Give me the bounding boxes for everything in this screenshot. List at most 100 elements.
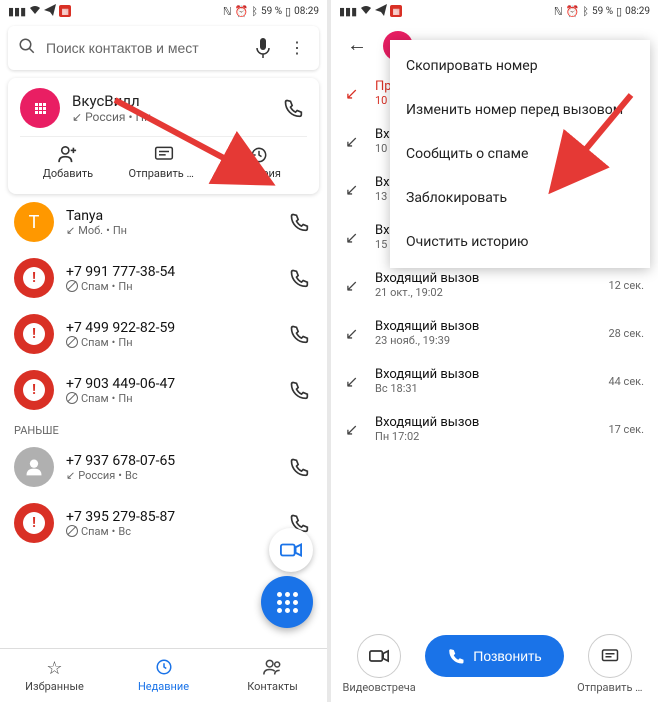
history-title: Входящий вызов [375, 319, 596, 334]
history-row[interactable]: ↙ Входящий вызов21 окт., 19:02 12 сек. [331, 261, 658, 309]
clock-text: 08:29 [294, 6, 319, 17]
nav-favorites[interactable]: ☆ Избранные [0, 649, 109, 702]
block-icon [66, 525, 78, 537]
incoming-call-icon: ↙ [345, 420, 363, 439]
call-row[interactable]: ! +7 903 449-06-47 Спам • Пн [0, 362, 327, 418]
nav-label: Избранные [25, 680, 84, 693]
message-icon [154, 145, 174, 165]
telegram-icon [44, 4, 56, 19]
back-button[interactable]: ← [343, 30, 371, 61]
call-button[interactable] [285, 453, 313, 481]
history-sub: Пн 17:02 [375, 430, 596, 443]
app-icon: ▦ [59, 5, 71, 17]
alarm-icon: ⏰ [235, 5, 249, 18]
nfc-icon: ℕ [554, 5, 563, 18]
history-sub: Вс 18:31 [375, 382, 596, 395]
block-icon [66, 280, 78, 292]
message-label: Отправить со… [129, 167, 199, 180]
incoming-call-icon: ↙ [345, 372, 363, 391]
call-row[interactable]: T Tanya ↙ Моб. • Пн [0, 194, 327, 250]
mic-button[interactable] [251, 34, 275, 62]
call-meta: ↙ Моб. • Пн [66, 224, 273, 237]
spam-avatar: ! [14, 258, 54, 298]
history-duration: 28 сек. [608, 327, 644, 340]
spam-avatar: ! [14, 370, 54, 410]
status-bar: ▮▮▮ ▦ ℕ ⏰ ᛒ 59 % ▯ 08:29 [331, 0, 658, 22]
incoming-call-icon: ↙ [345, 180, 363, 199]
dialpad-icon [277, 592, 298, 613]
add-contact-action[interactable]: Добавить [20, 137, 116, 188]
call-button[interactable] [285, 264, 313, 292]
add-person-icon [57, 145, 79, 165]
search-bar[interactable]: ⋮ [8, 26, 319, 70]
history-icon [249, 145, 269, 165]
outgoing-icon: ↙ [72, 110, 82, 124]
nav-contacts[interactable]: Контакты [218, 649, 327, 702]
message-action[interactable]: Отправить со… [116, 137, 212, 188]
call-meta: Спам • Пн [66, 392, 273, 405]
call-button[interactable] [285, 208, 313, 236]
dialpad-fab[interactable] [261, 576, 313, 628]
send-label: Отправить … [577, 681, 642, 694]
battery-text: 59 % [592, 6, 613, 17]
menu-edit[interactable]: Изменить номер перед вызовом [390, 88, 650, 132]
contact-avatar: T [14, 202, 54, 242]
nav-recent[interactable]: Недавние [109, 649, 218, 702]
call-name: +7 903 449-06-47 [66, 376, 273, 392]
highlight-avatar [20, 88, 60, 128]
bottom-actions: Видеовстреча Позвонить Отправить … [331, 624, 658, 702]
warning-icon: ! [23, 512, 45, 534]
wifi-icon [360, 5, 372, 18]
history-row[interactable]: ↙ Входящий вызовПн 17:02 17 сек. [331, 405, 658, 453]
context-menu: Скопировать номер Изменить номер перед в… [390, 40, 650, 268]
highlight-sub: ↙ Россия • Пн [72, 110, 267, 124]
star-icon: ☆ [46, 658, 62, 678]
spam-avatar: ! [14, 503, 54, 543]
history-duration: 17 сек. [608, 423, 644, 436]
call-meta: Спам • Пн [66, 336, 273, 349]
add-label: Добавить [43, 167, 94, 180]
history-duration: 12 сек. [608, 279, 644, 292]
phone-right: ▮▮▮ ▦ ℕ ⏰ ᛒ 59 % ▯ 08:29 ← ↙ Пр10 ↙ Вх10 [331, 0, 658, 702]
highlight-name: ВкусВилл [72, 92, 267, 110]
history-label: История [237, 167, 281, 180]
call-row[interactable]: ! +7 991 777-38-54 Спам • Пн [0, 250, 327, 306]
call-meta: Спам • Вс [66, 525, 273, 538]
history-row[interactable]: ↙ Входящий вызовВс 18:31 44 сек. [331, 357, 658, 405]
history-action[interactable]: История [211, 137, 307, 188]
highlight-card: ВкусВилл ↙ Россия • Пн Добавить [8, 78, 319, 194]
battery-text: 59 % [261, 6, 282, 17]
menu-report-spam[interactable]: Сообщить о спаме [390, 132, 650, 176]
menu-copy[interactable]: Скопировать номер [390, 44, 650, 88]
video-call-button[interactable] [357, 634, 401, 678]
incoming-call-icon: ↙ [345, 324, 363, 343]
call-button[interactable] [285, 320, 313, 348]
menu-block[interactable]: Заблокировать [390, 176, 650, 220]
menu-clear-history[interactable]: Очистить историю [390, 220, 650, 264]
call-row[interactable]: ! +7 499 922-82-59 Спам • Пн [0, 306, 327, 362]
message-button[interactable] [588, 634, 632, 678]
wifi-icon [29, 5, 41, 18]
warning-icon: ! [23, 323, 45, 345]
block-icon [66, 336, 78, 348]
call-row[interactable]: +7 937 678-07-65 ↙ Россия • Вс [0, 439, 327, 495]
nav-label: Недавние [138, 680, 189, 693]
people-icon [263, 658, 283, 678]
search-input[interactable] [46, 40, 241, 56]
status-bar: ▮▮▮ ▦ ℕ ⏰ ᛒ 59 % ▯ 08:29 [0, 0, 327, 22]
alarm-icon: ⏰ [566, 5, 580, 18]
call-button[interactable]: Позвонить [425, 635, 563, 677]
call-meta: ↙ Россия • Вс [66, 469, 273, 482]
battery-icon: ▯ [616, 5, 622, 18]
phone-left: ▮▮▮ ▦ ℕ ⏰ ᛒ 59 % ▯ 08:29 ⋮ [0, 0, 327, 702]
history-row[interactable]: ↙ Входящий вызов23 нояб., 19:39 28 сек. [331, 309, 658, 357]
missed-call-icon: ↙ [345, 84, 363, 103]
call-button[interactable] [279, 94, 307, 122]
incoming-call-icon: ↙ [345, 276, 363, 295]
history-sub: 23 нояб., 19:39 [375, 334, 596, 347]
more-button[interactable]: ⋮ [285, 34, 309, 62]
earlier-label: РАНЬШЕ [0, 418, 327, 439]
video-fab[interactable] [269, 528, 313, 572]
call-button[interactable] [285, 376, 313, 404]
telegram-icon [375, 4, 387, 19]
